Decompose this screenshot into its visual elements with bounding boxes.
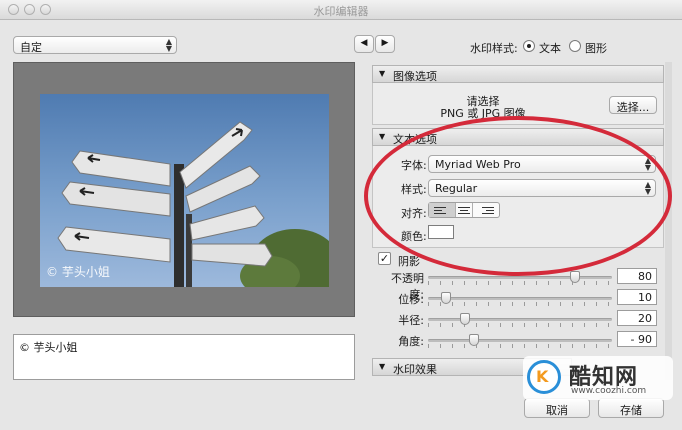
align-left-icon[interactable]	[429, 203, 456, 217]
color-label: 颜色:	[401, 230, 427, 243]
slider-knob[interactable]	[469, 334, 479, 346]
prev-arrow-icon: ◀	[360, 38, 368, 48]
window-title: 水印编辑器	[313, 5, 369, 18]
font-select[interactable]: Myriad Web Pro ▲ ▼	[428, 155, 656, 173]
style-value: Regular	[435, 182, 478, 195]
image-options-panel: 请选择 PNG 或 JPG 图像 选择...	[372, 83, 664, 125]
align-center-icon[interactable]	[456, 203, 473, 217]
signpost-illustration	[57, 121, 329, 287]
shadow-value-field[interactable]: 10	[617, 289, 657, 305]
shadow-label: 阴影	[398, 255, 420, 268]
style-label: 样式:	[401, 183, 427, 196]
radio-graphic[interactable]	[569, 40, 581, 52]
slider-track[interactable]	[428, 318, 612, 321]
preview-photo: © 芋头小姐	[40, 94, 329, 287]
image-options-header[interactable]: ▼ 图像选项	[372, 65, 664, 83]
radio-text[interactable]	[523, 40, 535, 52]
watermark-text-input[interactable]: © 芋头小姐	[13, 334, 355, 380]
shadow-value-field[interactable]: - 90	[617, 331, 657, 347]
disclosure-triangle-icon: ▼	[379, 69, 386, 78]
check-icon: ✓	[379, 252, 390, 265]
cancel-button[interactable]: 取消	[524, 398, 590, 418]
slider-track[interactable]	[428, 276, 612, 279]
style-select[interactable]: Regular ▲ ▼	[428, 179, 656, 197]
color-swatch[interactable]	[428, 225, 454, 239]
shadow-checkbox[interactable]: ✓	[378, 252, 391, 265]
watermark-overlay-text: © 芋头小姐	[46, 265, 110, 279]
shadow-value-field[interactable]: 80	[617, 268, 657, 284]
slider-ticks	[428, 302, 612, 306]
disclosure-triangle-icon: ▼	[379, 132, 386, 141]
image-hint-line2: PNG 或 JPG 图像	[440, 107, 526, 120]
scrollbar[interactable]	[665, 62, 672, 380]
align-segmented-control	[428, 202, 500, 218]
watermark-style-label: 水印样式:	[470, 42, 518, 55]
align-right-icon[interactable]	[473, 203, 499, 217]
popup-arrows-icon: ▲ ▼	[644, 156, 651, 172]
next-button[interactable]: ▶	[375, 35, 395, 53]
save-button[interactable]: 存储	[598, 398, 664, 418]
radio-text-label: 文本	[539, 42, 561, 55]
effects-title: 水印效果	[393, 363, 437, 376]
shadow-row-label: 角度:	[398, 335, 424, 348]
site-logo: K 酷知网 www.coozhi.com	[523, 356, 673, 400]
shadow-row-label: 位移:	[398, 293, 424, 306]
slider-ticks	[428, 281, 612, 285]
slider-knob[interactable]	[570, 271, 581, 283]
slider-track[interactable]	[428, 339, 612, 342]
radio-graphic-label: 图形	[585, 42, 607, 55]
title-bar: 水印编辑器	[0, 0, 682, 20]
logo-circle-icon: K	[527, 360, 561, 394]
save-label: 存储	[620, 404, 642, 417]
shadow-value-field[interactable]: 20	[617, 310, 657, 326]
prev-button[interactable]: ◀	[354, 35, 374, 53]
text-options-title: 文本选项	[393, 133, 437, 146]
font-value: Myriad Web Pro	[435, 158, 521, 171]
text-options-panel: 字体: Myriad Web Pro ▲ ▼ 样式: Regular ▲ ▼ 对齐:…	[372, 146, 664, 248]
choose-image-button[interactable]: 选择...	[609, 96, 657, 114]
slider-knob[interactable]	[459, 313, 470, 325]
slider-track[interactable]	[428, 297, 612, 300]
font-label: 字体:	[401, 159, 427, 172]
slider-ticks	[428, 344, 612, 348]
preset-select[interactable]: 自定 ▲ ▼	[13, 36, 177, 54]
preview-area: © 芋头小姐	[13, 62, 355, 317]
cancel-label: 取消	[546, 404, 568, 417]
image-options-title: 图像选项	[393, 70, 437, 83]
align-label: 对齐:	[401, 207, 427, 220]
popup-arrows-icon: ▲ ▼	[165, 37, 172, 53]
watermark-text-value: © 芋头小姐	[19, 341, 78, 354]
preset-value: 自定	[20, 41, 42, 54]
logo-url: www.coozhi.com	[571, 386, 647, 396]
text-options-header[interactable]: ▼ 文本选项	[372, 128, 664, 146]
choose-image-label: 选择...	[616, 101, 650, 114]
popup-arrows-icon: ▲ ▼	[644, 180, 651, 196]
next-arrow-icon: ▶	[381, 38, 389, 48]
disclosure-triangle-icon: ▼	[379, 362, 386, 371]
shadow-row-label: 半径:	[398, 314, 424, 327]
slider-ticks	[428, 323, 612, 327]
